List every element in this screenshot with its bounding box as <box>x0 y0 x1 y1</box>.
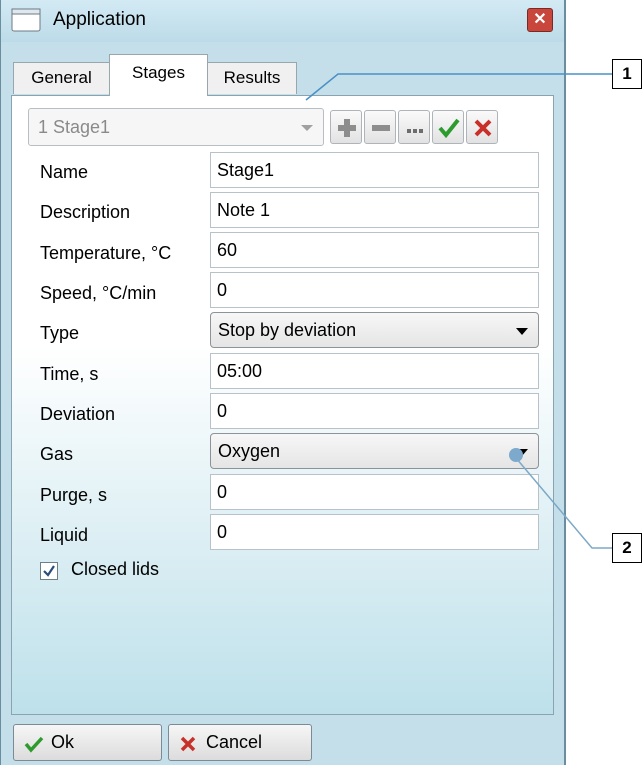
tab-stages[interactable]: Stages <box>109 54 208 96</box>
callout-2: 2 <box>612 533 642 563</box>
callout-leaders <box>305 73 612 549</box>
callout-1: 1 <box>612 59 642 89</box>
